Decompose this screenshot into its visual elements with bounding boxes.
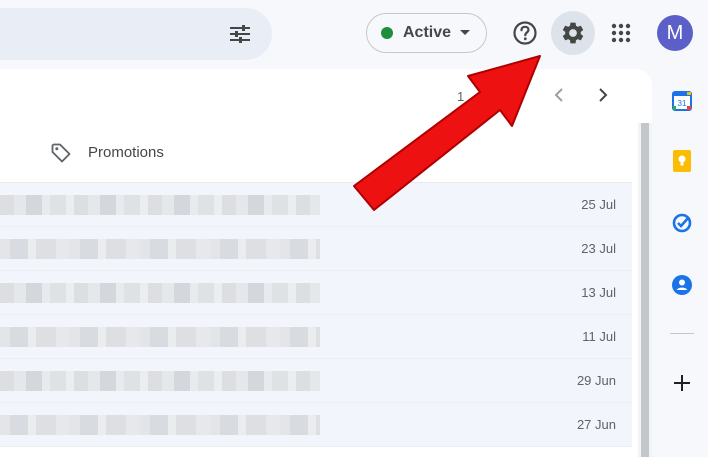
calendar-date: 31 — [678, 99, 687, 108]
calendar-icon: 31 — [672, 91, 692, 111]
side-panel-divider — [670, 333, 694, 334]
mail-date: 25 Jul — [581, 197, 616, 212]
calendar-app-button[interactable]: 31 — [664, 83, 700, 119]
blurred-content — [0, 239, 320, 259]
keep-icon — [673, 150, 691, 172]
chevron-right-icon — [599, 88, 608, 102]
scrollbar-thumb[interactable] — [641, 123, 649, 457]
tasks-app-button[interactable] — [664, 205, 700, 241]
blurred-content — [0, 327, 320, 347]
mail-date: 11 Jul — [582, 329, 616, 344]
blurred-content — [0, 415, 320, 435]
mail-date: 23 Jul — [581, 241, 616, 256]
mail-date: 27 Jun — [576, 417, 616, 432]
blurred-content — [0, 283, 320, 303]
tasks-icon — [672, 213, 692, 233]
contacts-app-button[interactable] — [664, 267, 700, 303]
mail-row[interactable]: 29 Jun — [0, 359, 632, 403]
google-apps-button[interactable] — [599, 11, 643, 55]
mail-row[interactable]: 13 Jul — [0, 271, 632, 315]
apps-grid-icon — [611, 23, 631, 43]
contacts-icon — [672, 275, 692, 295]
red-arrow-annotation — [353, 55, 541, 211]
blurred-content — [0, 195, 320, 215]
mail-date: 29 Jun — [576, 373, 616, 388]
newer-page-button[interactable] — [585, 77, 621, 113]
tab-label: Promotions — [88, 144, 164, 161]
side-panel: 31 — [652, 69, 708, 457]
caret-down-icon — [460, 30, 471, 35]
search-bar[interactable] — [0, 8, 272, 60]
status-active-dot — [381, 27, 393, 39]
search-options-button[interactable] — [222, 20, 258, 48]
tab-promotions[interactable]: Promotions — [40, 123, 270, 182]
gear-icon — [562, 22, 584, 44]
account-avatar[interactable]: M — [657, 15, 693, 51]
mail-row[interactable]: 23 Jul — [0, 227, 632, 271]
get-addons-button[interactable] — [664, 365, 700, 401]
list-scrollbar[interactable] — [638, 123, 652, 457]
add-icon — [674, 375, 690, 391]
tune-icon — [230, 25, 250, 43]
mail-row[interactable]: 27 Jun — [0, 403, 632, 447]
mail-row[interactable]: 11 Jul — [0, 315, 632, 359]
mail-date: 13 Jul — [581, 285, 616, 300]
keep-app-button[interactable] — [664, 143, 700, 179]
tag-icon — [51, 143, 71, 162]
blurred-content — [0, 371, 320, 391]
